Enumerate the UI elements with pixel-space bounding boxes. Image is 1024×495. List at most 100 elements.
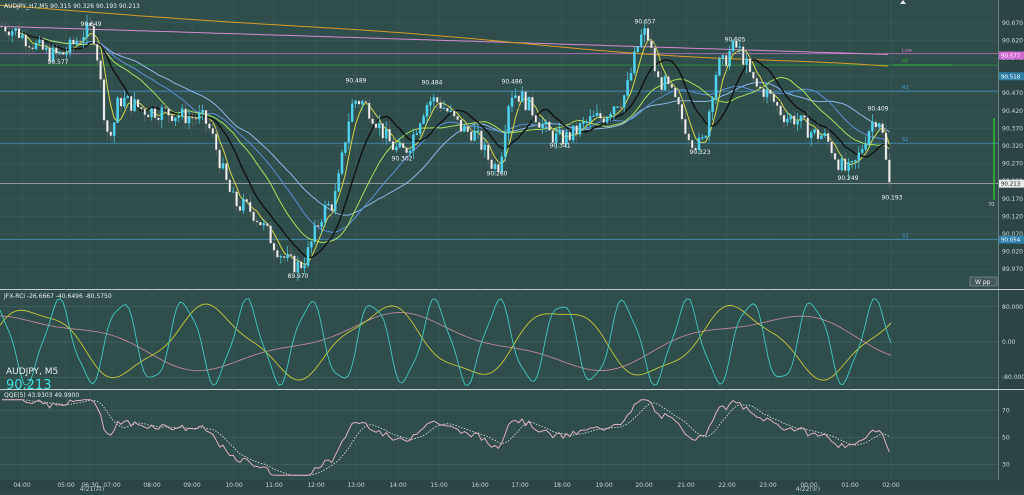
candle-body [463,126,466,132]
candle-body [765,89,769,98]
candle-body [327,204,330,206]
candle-body [201,109,204,113]
price-tick-label: 90.470 [1002,90,1023,97]
main-pane[interactable] [0,0,998,289]
candle-body [381,123,385,139]
candle-body [269,225,272,244]
candle-body [211,128,215,135]
candle-body [799,115,803,122]
candle-body [259,221,262,226]
swing-price-label: 90.657 [635,18,656,25]
main-header: AUDJPY_H7,M5 90.315 90.326 90.193 90.213 [4,3,140,10]
candle-body [58,52,62,54]
candle-body [456,116,459,120]
swing-price-label: 90.249 [838,175,859,182]
swing-price-label: 90.605 [725,37,746,44]
candle-body [741,46,745,65]
candle-body [191,116,194,119]
candle-body [225,163,228,181]
candle-body [612,106,616,115]
candle-body [61,52,65,55]
candle-body [449,110,453,112]
candle-body [439,102,442,109]
candle-body [177,116,181,119]
candle-body [163,107,167,109]
price-tick-label: 90.420 [1002,108,1023,115]
candle-body [514,95,517,98]
qqe-pane[interactable] [0,390,998,480]
candle-body [146,114,150,118]
candle-body [551,130,555,143]
candle-body [429,101,432,106]
time-tick-label: 20:00 [635,482,652,489]
candle-body [871,121,874,132]
candle-body [72,39,75,45]
candle-body [126,95,130,99]
candle-body [483,144,487,150]
candle-body [605,117,609,123]
candle-body [707,111,711,137]
candle-body [197,112,201,120]
wpp-label[interactable]: W pp [975,279,991,286]
candle-body [153,108,157,119]
candle-body [874,121,878,128]
candle-body [10,30,14,36]
swing-price-label: 90.484 [422,79,443,86]
candle-body [473,130,476,141]
qqe-tick-label: 50 [1002,435,1010,442]
candle-body [571,125,575,141]
candle-body [116,97,119,123]
candle-body [881,123,884,133]
candle-body [667,76,670,85]
candle-body [150,108,153,118]
candle-body [401,142,405,149]
candle-body [609,113,612,118]
candle-body [157,117,160,121]
candle-body [680,104,684,120]
candle-body [503,133,507,157]
rci-tick-label: 0.00 [1002,339,1016,346]
candle-body [718,58,721,76]
candle-body [252,211,255,222]
candle-body [745,58,748,65]
candle-body [602,118,606,123]
candle-body [595,112,599,116]
time-tick-label: 22:00 [718,482,735,489]
candle-body [459,119,463,132]
candle-body [313,225,317,242]
candle-body [17,28,21,39]
candle-body [830,141,833,154]
swing-price-label: 90.323 [690,149,711,156]
candle-body [476,130,480,132]
candle-body [160,107,164,121]
candle-body [112,122,116,136]
candle-body [303,265,306,269]
candle-body [490,159,493,170]
candle-body [486,144,490,160]
candle-body [554,133,558,143]
swing-price-label: 90.577 [48,59,69,66]
price-tick-label: 90.120 [1002,213,1023,220]
candle-body [864,144,867,150]
candle-body [344,142,347,153]
candle-body [820,135,823,140]
candle-body [782,115,786,123]
candle-body [840,158,844,171]
candle-body [558,130,561,134]
candle-body [728,50,731,67]
candle-body [265,223,269,226]
candle-body [633,51,636,74]
candle-body [507,106,510,134]
candle-body [752,71,755,79]
price-tick-label: 90.370 [1002,125,1023,132]
candle-body [432,97,436,102]
candle-body [537,122,541,128]
time-tick-label: 05:00 [57,482,74,489]
candle-body [109,131,113,136]
candle-body [310,241,313,248]
candle-body [374,123,378,128]
candle-body [762,88,765,98]
symbol-label: AUDJPY, M5 [6,367,58,377]
candle-body [758,86,762,89]
candle-body [306,247,310,266]
